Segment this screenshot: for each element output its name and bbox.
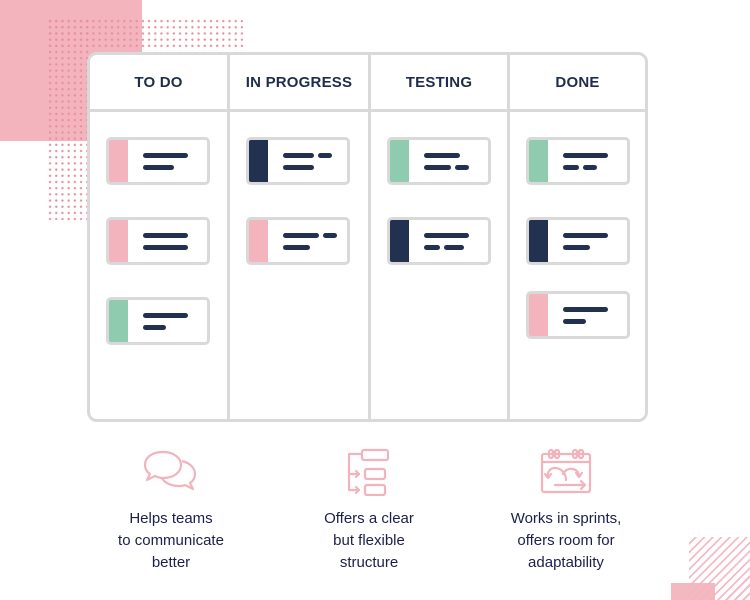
task-card[interactable] — [526, 291, 630, 339]
card-status-strip — [249, 140, 268, 182]
card-text-placeholder — [444, 245, 464, 250]
card-status-strip — [109, 140, 128, 182]
column-header: DONE — [510, 55, 645, 112]
benefit-text: Offers a clear but flexible structure — [324, 510, 414, 571]
benefit-text: Works in sprints, offers room for adapta… — [510, 510, 622, 571]
card-text-placeholder — [143, 313, 188, 318]
benefit-sprints: Works in sprints, offers room for adapta… — [481, 448, 651, 574]
card-text-placeholder — [283, 165, 314, 170]
benefit-structure: Offers a clear but flexible structure — [284, 448, 454, 574]
card-text-placeholder — [424, 245, 440, 250]
card-text-placeholder — [318, 153, 332, 158]
column-in-progress: IN PROGRESS — [230, 55, 371, 419]
structure-icon — [284, 448, 454, 500]
card-text-placeholder — [563, 165, 579, 170]
card-status-strip — [249, 220, 268, 262]
card-status-strip — [390, 220, 409, 262]
card-text-placeholder — [283, 245, 310, 250]
card-text-placeholder — [424, 165, 451, 170]
card-status-strip — [529, 220, 548, 262]
card-status-strip — [390, 140, 409, 182]
card-status-strip — [109, 220, 128, 262]
kanban-board: TO DO IN PROGRESS TESTING DONE — [87, 52, 648, 422]
card-text-placeholder — [563, 233, 608, 238]
task-card[interactable] — [106, 297, 210, 345]
column-header: IN PROGRESS — [230, 55, 368, 112]
card-status-strip — [109, 300, 128, 342]
card-text-placeholder — [143, 153, 188, 158]
card-text-placeholder — [143, 233, 188, 238]
card-text-placeholder — [455, 165, 469, 170]
task-card[interactable] — [106, 137, 210, 185]
task-card[interactable] — [526, 217, 630, 265]
card-text-placeholder — [583, 165, 597, 170]
column-done: DONE — [510, 55, 645, 419]
task-card[interactable] — [526, 137, 630, 185]
column-header: TO DO — [90, 55, 227, 112]
task-card[interactable] — [246, 137, 350, 185]
card-text-placeholder — [424, 153, 460, 158]
decorative-pink-rectangle — [671, 583, 715, 600]
decorative-dot-pattern-vertical — [47, 18, 89, 220]
sprint-calendar-icon — [481, 448, 651, 500]
card-text-placeholder — [143, 245, 188, 250]
chat-bubbles-icon — [86, 448, 256, 500]
card-text-placeholder — [323, 233, 337, 238]
task-card[interactable] — [387, 137, 491, 185]
column-to-do: TO DO — [90, 55, 230, 419]
card-text-placeholder — [283, 153, 314, 158]
card-status-strip — [529, 140, 548, 182]
card-text-placeholder — [424, 233, 469, 238]
card-text-placeholder — [283, 233, 319, 238]
card-status-strip — [529, 294, 548, 336]
task-card[interactable] — [106, 217, 210, 265]
task-card[interactable] — [387, 217, 491, 265]
card-text-placeholder — [563, 245, 590, 250]
benefit-communication: Helps teams to communicate better — [86, 448, 256, 574]
card-text-placeholder — [143, 325, 166, 330]
card-text-placeholder — [143, 165, 174, 170]
card-text-placeholder — [563, 307, 608, 312]
benefit-text: Helps teams to communicate better — [118, 510, 224, 571]
card-text-placeholder — [563, 319, 586, 324]
column-header: TESTING — [371, 55, 507, 112]
task-card[interactable] — [246, 217, 350, 265]
column-testing: TESTING — [371, 55, 510, 419]
card-text-placeholder — [563, 153, 608, 158]
